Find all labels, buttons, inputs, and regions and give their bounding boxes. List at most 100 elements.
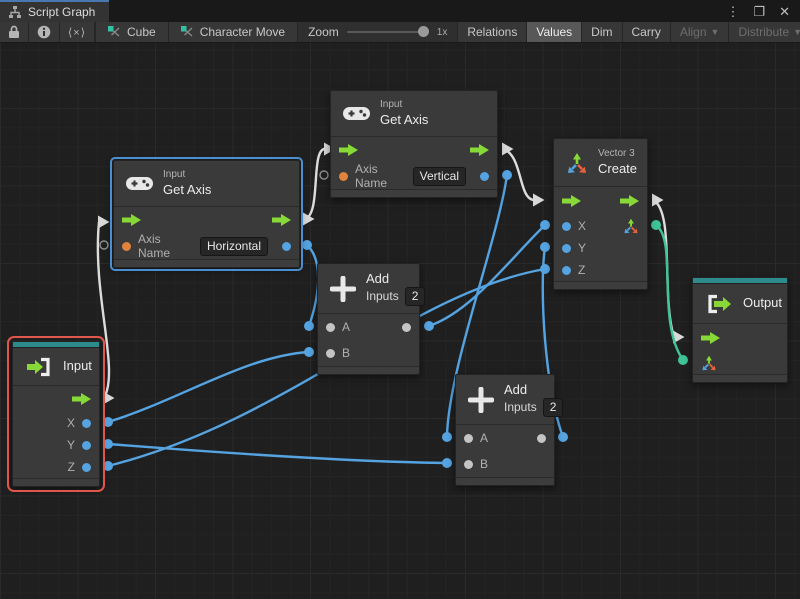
inputs-label: Inputs xyxy=(504,400,537,415)
node-title: Get Axis xyxy=(163,182,211,198)
flow-port[interactable] xyxy=(72,393,91,405)
wire-inputx-to-add1-b[interactable] xyxy=(108,352,309,422)
flow-port[interactable] xyxy=(122,214,141,226)
value-port-gray[interactable] xyxy=(402,323,411,332)
lock-button[interactable] xyxy=(0,22,29,42)
node-add-1[interactable]: Add Inputs 2AB xyxy=(317,263,420,375)
value-port-gray[interactable] xyxy=(464,460,473,469)
inline-value-field[interactable]: Horizontal xyxy=(200,237,268,256)
plus-icon xyxy=(468,387,494,413)
wire-ctrl-horizontal-to-vertical[interactable] xyxy=(304,149,325,219)
port-label: Y xyxy=(578,241,586,255)
wire-add1-to-vector3-x[interactable] xyxy=(429,225,545,326)
port-label: Axis Name xyxy=(138,232,193,260)
value-port-gray[interactable] xyxy=(326,349,335,358)
inputs-count-field[interactable]: 2 xyxy=(405,287,426,306)
value-port-orange[interactable] xyxy=(339,172,348,181)
flow-arrow-marker xyxy=(533,194,545,207)
node-footer xyxy=(318,366,419,374)
wire-ctrl-vector3-to-output[interactable] xyxy=(653,200,674,337)
wire-inputy-to-add2-b[interactable] xyxy=(108,444,447,463)
toolbar-button-dim[interactable]: Dim xyxy=(582,22,622,42)
node-header[interactable]: Add Inputs 2 xyxy=(456,375,554,425)
toolbar-button-distribute: Distribute▼ xyxy=(729,22,800,42)
zoom-control: Zoom 1x xyxy=(298,22,458,42)
node-port-row xyxy=(13,386,99,412)
code-preview-button[interactable]: ⟨×⟩ xyxy=(60,22,95,42)
menu-icon[interactable]: ⋮ xyxy=(726,5,739,18)
button-label: Distribute xyxy=(738,25,789,39)
zoom-label: Zoom xyxy=(308,25,339,39)
node-header[interactable]: Input Get Axis xyxy=(331,91,497,137)
wire-vector3-result-to-output[interactable] xyxy=(656,225,683,360)
node-header[interactable]: Vector 3 Create xyxy=(554,139,647,187)
node-port-row: X xyxy=(13,412,99,434)
close-icon[interactable]: ✕ xyxy=(779,5,790,18)
value-port-blue[interactable] xyxy=(282,242,291,251)
zoom-value: 1x xyxy=(437,27,448,38)
value-port-blue[interactable] xyxy=(480,172,489,181)
flow-port[interactable] xyxy=(470,144,489,156)
value-port-orange[interactable] xyxy=(122,242,131,251)
node-port-row xyxy=(331,137,497,163)
toolbar-button-relations[interactable]: Relations xyxy=(458,22,527,42)
wire-ctrl-vertical-to-vector3[interactable] xyxy=(503,149,534,200)
node-port-row xyxy=(554,187,647,215)
inputs-count-field[interactable]: 2 xyxy=(543,398,564,417)
value-port-gray[interactable] xyxy=(326,323,335,332)
graph-toolbar: ⟨×⟩ CubeCharacter Move Zoom 1x Relations… xyxy=(0,22,800,43)
value-port-blue[interactable] xyxy=(562,244,571,253)
code-icon: ⟨×⟩ xyxy=(68,26,86,39)
node-title: Get Axis xyxy=(380,112,428,128)
unconnected-port-indicator[interactable] xyxy=(320,171,328,179)
node-get-axis-horizontal[interactable]: Input Get Axis Axis Name Horizontal xyxy=(113,160,300,268)
value-port-blue[interactable] xyxy=(82,441,91,450)
breadcrumb-cube[interactable]: Cube xyxy=(96,22,169,42)
value-port-gray[interactable] xyxy=(464,434,473,443)
node-header[interactable]: Add Inputs 2 xyxy=(318,264,419,314)
node-port-row: Z xyxy=(554,259,647,281)
flow-port[interactable] xyxy=(272,214,291,226)
script-graph-icon xyxy=(8,6,22,18)
node-title: Output xyxy=(743,295,782,311)
value-port-blue[interactable] xyxy=(82,463,91,472)
node-add-2[interactable]: Add Inputs 2AB xyxy=(455,374,555,486)
inline-value-field[interactable]: Vertical xyxy=(413,167,466,186)
zoom-slider[interactable] xyxy=(347,31,429,33)
toolbar-button-carry[interactable]: Carry xyxy=(623,22,671,42)
node-output[interactable]: Output xyxy=(692,277,788,383)
toolbar-buttons: RelationsValuesDimCarryAlign▼Distribute▼… xyxy=(458,22,800,42)
node-title: Add xyxy=(504,382,563,398)
node-header[interactable]: Input xyxy=(13,348,99,386)
vector3-port-icon[interactable] xyxy=(623,218,639,234)
value-port-blue[interactable] xyxy=(562,222,571,231)
node-subtitle: Vector 3 xyxy=(598,148,637,161)
flow-port[interactable] xyxy=(701,332,720,344)
value-port-blue[interactable] xyxy=(82,419,91,428)
node-header[interactable]: Output xyxy=(693,284,787,324)
node-header[interactable]: Input Get Axis xyxy=(114,161,299,207)
node-get-axis-vertical[interactable]: Input Get AxisAxis NameVertical xyxy=(330,90,498,198)
unconnected-port-indicator[interactable] xyxy=(100,241,108,249)
flow-port[interactable] xyxy=(620,195,639,207)
value-port-blue[interactable] xyxy=(562,266,571,275)
toolbar-button-values[interactable]: Values xyxy=(527,22,582,42)
zoom-slider-handle[interactable] xyxy=(418,26,429,37)
node-footer xyxy=(456,477,554,485)
gamepad-icon xyxy=(343,105,370,122)
node-footer xyxy=(554,281,647,289)
node-input[interactable]: InputXYZ xyxy=(12,341,100,487)
maximize-icon[interactable]: ❐ xyxy=(753,5,765,18)
node-vector3-create[interactable]: Vector 3 CreateXYZ xyxy=(553,138,648,290)
vector3-port-icon[interactable] xyxy=(701,355,717,371)
info-button[interactable] xyxy=(29,22,60,42)
port-label: A xyxy=(342,320,350,334)
breadcrumb-character-move[interactable]: Character Move xyxy=(169,22,298,42)
flow-port[interactable] xyxy=(339,144,358,156)
graph-canvas[interactable]: Input Get AxisAxis NameVertical Input Ge… xyxy=(0,43,800,599)
node-title: Input xyxy=(63,358,92,374)
tab-script-graph[interactable]: Script Graph xyxy=(0,0,109,22)
node-title: Add xyxy=(366,271,425,287)
value-port-gray[interactable] xyxy=(537,434,546,443)
flow-port[interactable] xyxy=(562,195,581,207)
